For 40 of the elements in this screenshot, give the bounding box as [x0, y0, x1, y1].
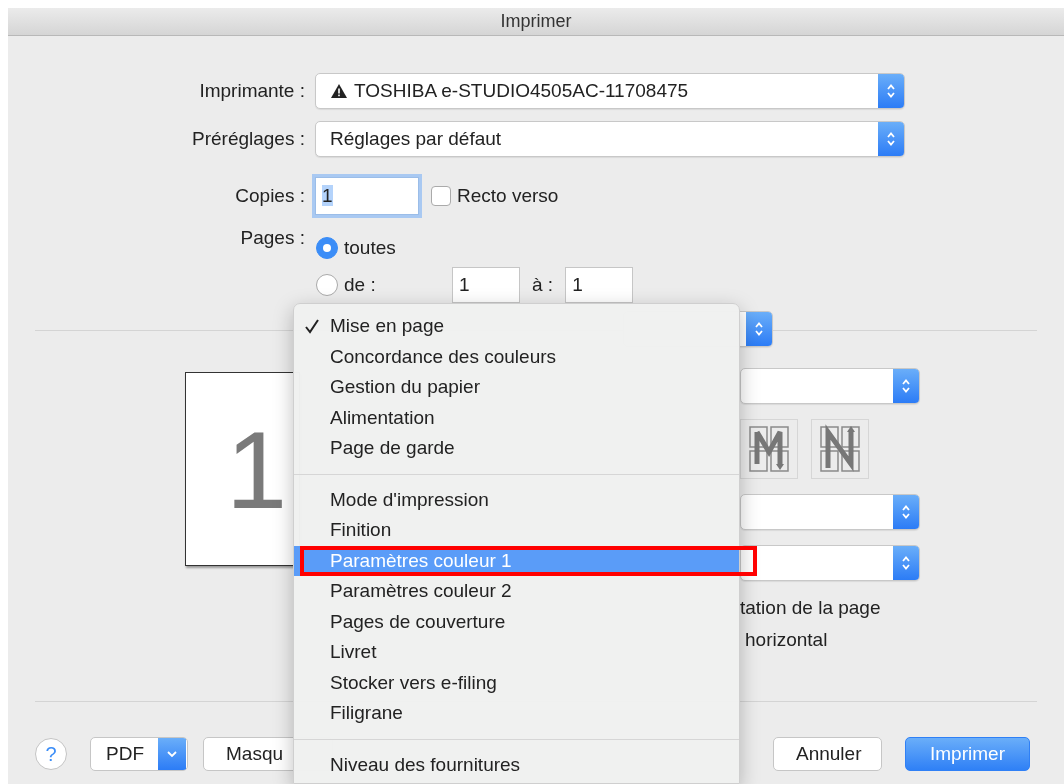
chevron-icon	[886, 130, 896, 148]
field-label: à :	[532, 274, 554, 296]
dialog-button[interactable]: Annuler	[773, 737, 882, 771]
checkbox-label: Recto verso	[457, 185, 559, 207]
option-label: tation de la page	[740, 597, 882, 619]
option-label: horizontal	[745, 629, 829, 651]
to-page-field[interactable]: 1	[565, 267, 634, 303]
two-sided-dropdown[interactable]	[740, 545, 920, 581]
layout-direction-icon[interactable]	[818, 424, 862, 474]
copies-field[interactable]: 1	[315, 177, 419, 215]
menu-item[interactable]: Mise en page	[294, 311, 739, 342]
menu-item[interactable]: Livret	[294, 637, 739, 668]
chevron-icon	[901, 377, 911, 395]
pages-per-sheet-dropdown[interactable]	[740, 368, 920, 404]
menu-item[interactable]: Filigrane	[294, 698, 739, 729]
menu-item[interactable]: Concordance des couleurs	[294, 341, 739, 372]
from-page-field[interactable]: 1	[452, 267, 520, 303]
chevron-icon	[166, 750, 178, 758]
chevron-icon	[901, 503, 911, 521]
radio-button[interactable]	[316, 237, 338, 259]
chevron-icon	[754, 320, 764, 338]
field-label: Pages :	[239, 227, 305, 249]
chevron-icon	[886, 82, 896, 100]
field-label: Imprimante :	[198, 80, 305, 102]
checkbox[interactable]	[431, 186, 451, 206]
radio-label: toutes	[344, 237, 396, 259]
menu-item[interactable]: Paramètres couleur 2	[294, 576, 739, 607]
printer-dropdown[interactable]: TOSHIBA e-STUDIO4505AC-11708475	[315, 73, 905, 109]
pdf-button[interactable]: PDF	[90, 737, 188, 771]
radio-label: de :	[344, 274, 377, 296]
chevron-icon	[901, 554, 911, 572]
menu-item[interactable]: Stocker vers e-filing	[294, 667, 739, 698]
layout-direction-icon[interactable]	[747, 424, 791, 474]
window-title: Imprimer	[8, 8, 1064, 36]
border-dropdown[interactable]	[740, 494, 920, 530]
field-label: Préréglages :	[191, 128, 305, 150]
field-label: Copies :	[234, 185, 305, 207]
radio-button[interactable]	[316, 274, 338, 296]
presets-dropdown[interactable]: Réglages par défaut	[315, 121, 905, 157]
menu-item[interactable]: Pages de couverture	[294, 606, 739, 637]
